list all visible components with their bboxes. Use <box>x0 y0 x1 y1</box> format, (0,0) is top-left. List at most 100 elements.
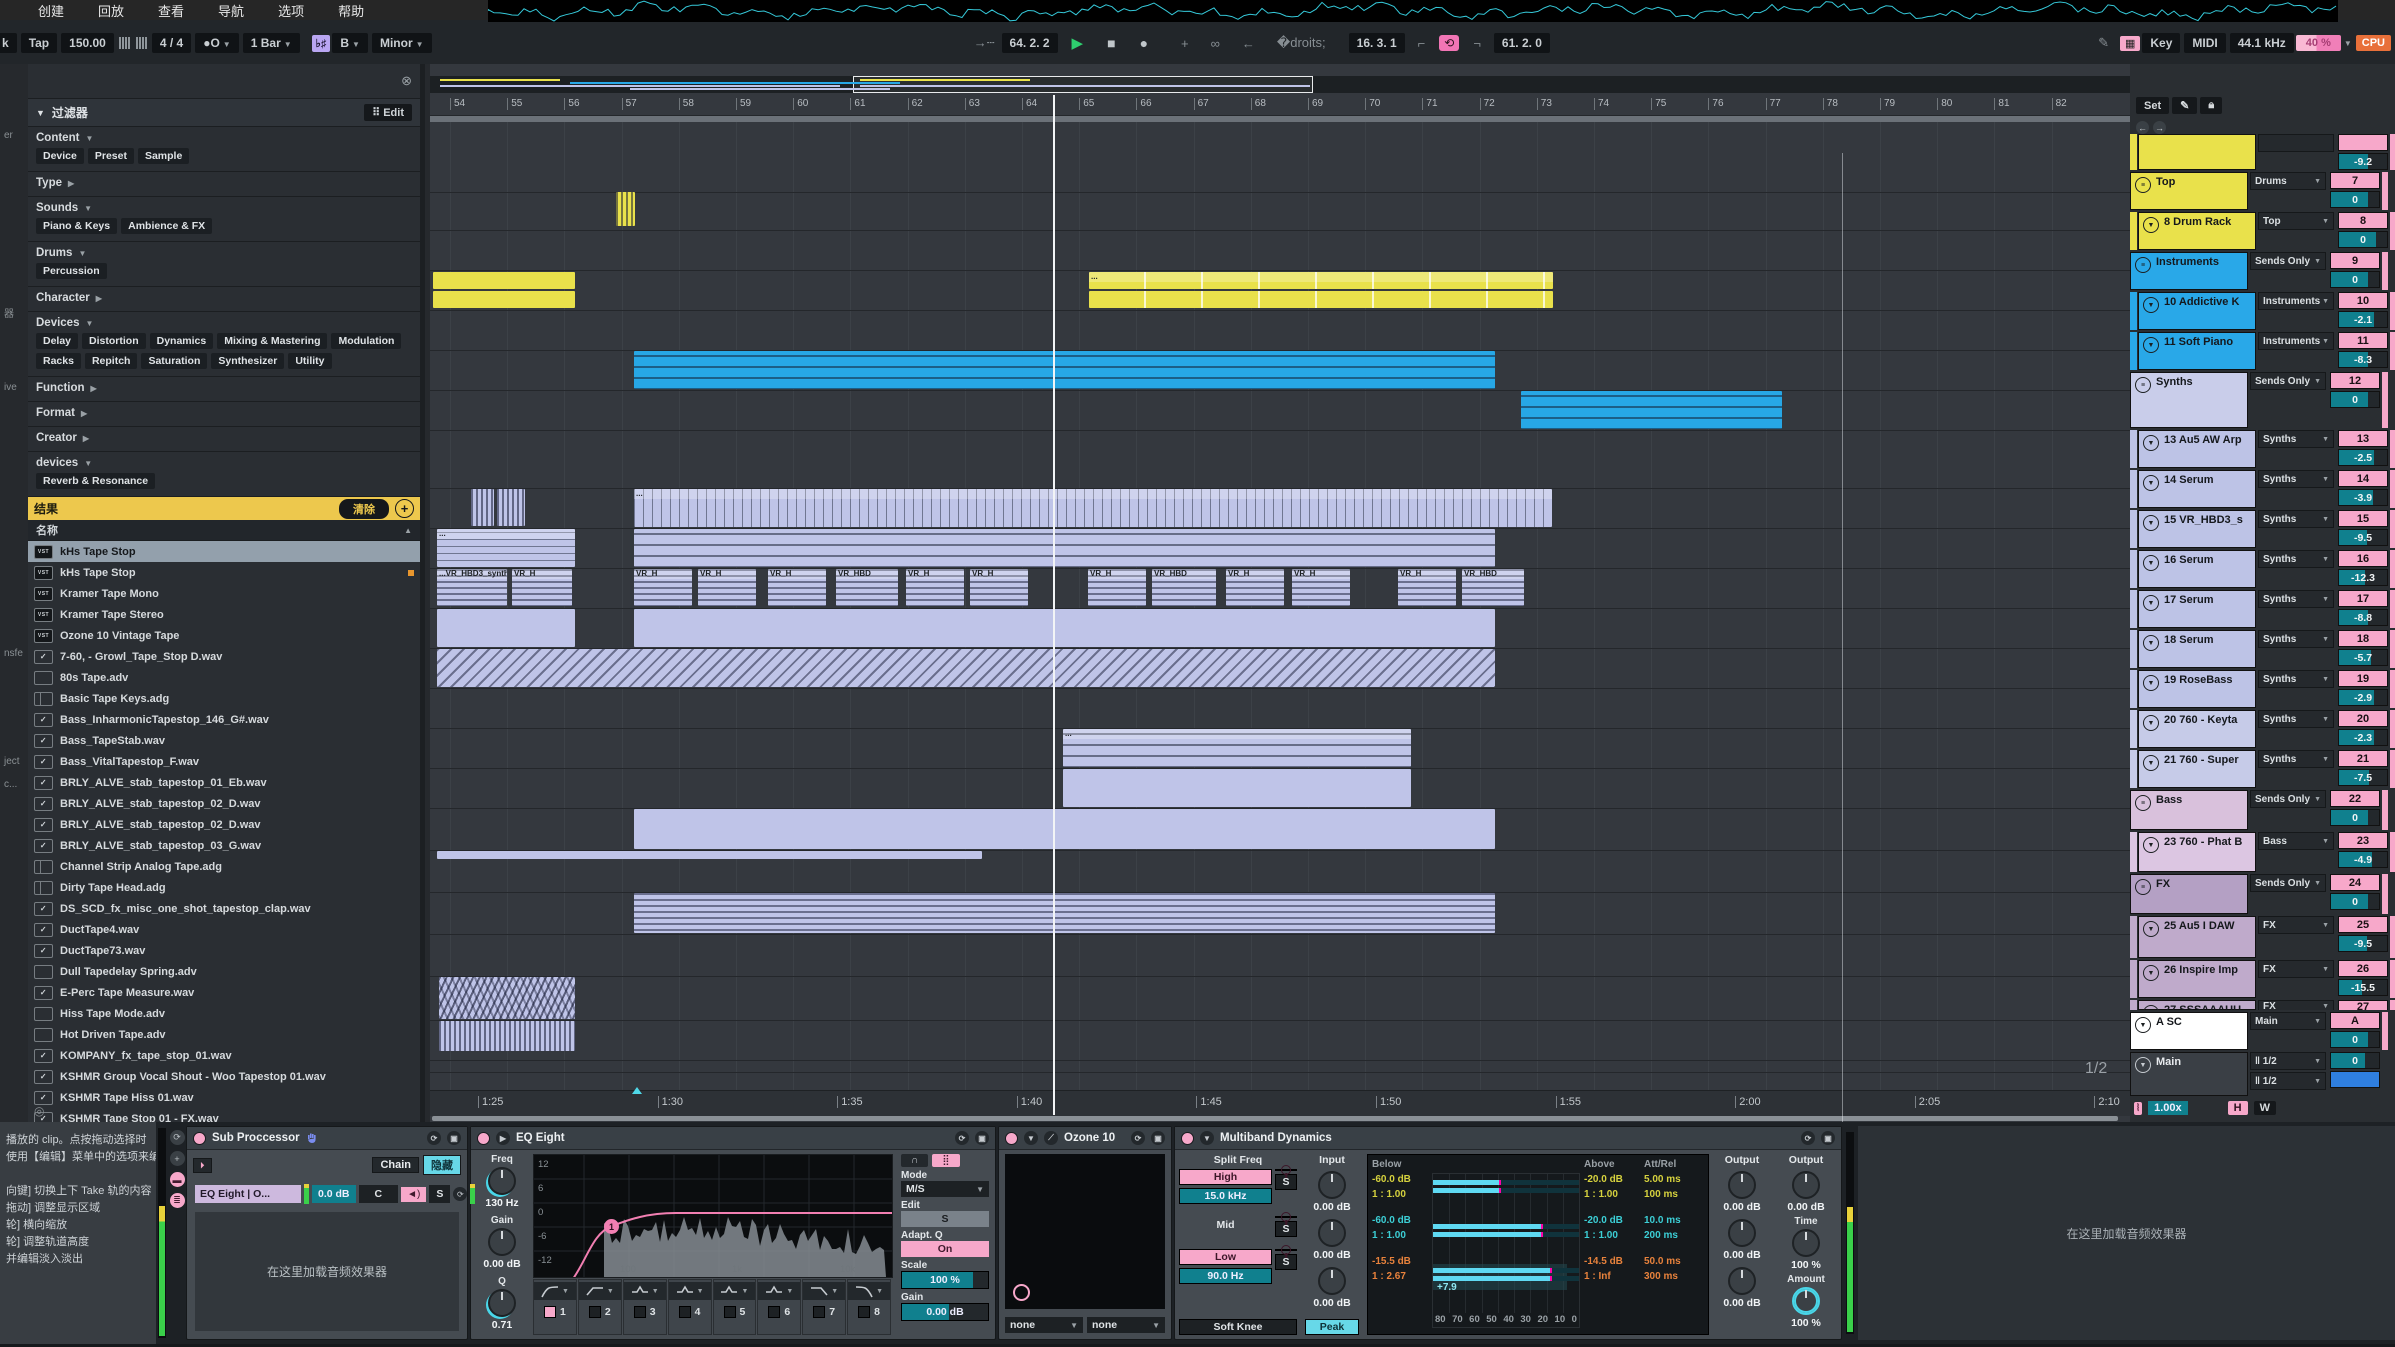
volume-meter[interactable]: 0 <box>2330 391 2380 408</box>
device-drop-area[interactable]: 在这里加载音频效果器 <box>195 1212 459 1331</box>
browser-item[interactable]: ✓7-60, - Growl_Tape_Stop D.wav <box>28 646 420 667</box>
bar-number[interactable]: 71 <box>1422 98 1437 110</box>
filter-section-label[interactable]: Drums▼ <box>36 244 412 262</box>
beat-time-ruler[interactable]: 5455565758596061626364656667686970717273… <box>430 95 2130 116</box>
fold-icon[interactable]: ▶ <box>496 1131 510 1145</box>
filter-chip[interactable]: Repitch <box>85 353 138 369</box>
browser-item[interactable]: ✓KSHMR Group Vocal Shout - Woo Tapestop … <box>28 1066 420 1087</box>
filter-section-label[interactable]: Format▶ <box>36 404 412 422</box>
tap-tempo-button[interactable]: Tap <box>21 33 57 53</box>
clip[interactable] <box>634 529 1495 567</box>
track-number-badge[interactable]: 8 <box>2338 212 2388 229</box>
browser-item[interactable]: ✓DS_SCD_fx_misc_one_shot_tapestop_clap.w… <box>28 898 420 919</box>
bar-number[interactable]: 65 <box>1079 98 1094 110</box>
browser-item[interactable]: VSTOzone 10 Vintage Tape <box>28 625 420 646</box>
clip[interactable]: ... <box>634 489 1552 527</box>
release-value[interactable]: 200 ms <box>1644 1228 1704 1243</box>
group-fold-icon[interactable]: ≡ <box>2135 177 2151 193</box>
device-title-bar[interactable]: ▼ Multiband Dynamics ⟳ ▣ <box>1175 1127 1841 1150</box>
browser-item[interactable]: VSTKramer Tape Mono <box>28 583 420 604</box>
routing-dropdown[interactable]: FX▼ <box>2258 960 2334 978</box>
routing-dropdown[interactable]: ‖ 1/2▼ <box>2250 1052 2326 1070</box>
hot-swap-icon[interactable]: ⟳ <box>955 1131 969 1145</box>
volume-meter[interactable]: -12.3 <box>2338 569 2388 586</box>
bar-number[interactable]: 73 <box>1537 98 1552 110</box>
hide-button[interactable]: 隐藏 <box>423 1155 461 1175</box>
browser-collapsed-strip[interactable]: er器ivensfejectc... <box>0 64 28 1122</box>
band-enable-checkbox[interactable] <box>634 1306 646 1318</box>
arrangement-overview[interactable] <box>430 76 2130 93</box>
filter-section-label[interactable]: Creator▶ <box>36 429 412 447</box>
menu-item[interactable]: 选项 <box>278 1 304 20</box>
volume-meter[interactable]: 0 <box>2330 809 2380 826</box>
band-enable-checkbox[interactable] <box>768 1306 780 1318</box>
group-fold-icon[interactable]: ≡ <box>2135 879 2151 895</box>
chain-gain-field[interactable]: 0.0 dB <box>312 1185 356 1203</box>
routing-dropdown[interactable]: ‖ 1/2▼ <box>2250 1072 2326 1090</box>
track-row[interactable]: ▼13 Au5 AW ArpSynths▼13-2.5 <box>2130 430 2395 468</box>
above-threshold-value[interactable]: -20.0 dB <box>1584 1172 1640 1187</box>
filter-section-label[interactable]: Character▶ <box>36 289 412 307</box>
device-on-icon[interactable] <box>477 1132 490 1145</box>
track-row[interactable]: ≡TopDrums▼70 <box>2130 172 2395 210</box>
clip[interactable] <box>439 977 575 1019</box>
routing-dropdown[interactable]: Top▼ <box>2258 212 2334 230</box>
bar-number[interactable]: 76 <box>1708 98 1723 110</box>
track-row[interactable]: ≡BassSends Only▼220 <box>2130 790 2395 830</box>
cpu-meter[interactable]: 40 % <box>2296 35 2341 51</box>
track-fold-icon[interactable]: ▼ <box>2143 217 2159 233</box>
bar-number[interactable]: 62 <box>908 98 923 110</box>
filter-chip[interactable]: Utility <box>288 353 331 369</box>
clip[interactable] <box>437 609 575 647</box>
time-label[interactable]: 1:40 <box>1017 1096 1042 1108</box>
filter-chip[interactable]: Racks <box>36 353 81 369</box>
routing-dropdown[interactable]: Sends Only▼ <box>2250 790 2326 808</box>
filter-chip[interactable]: Dynamics <box>150 333 214 349</box>
mode-dropdown[interactable]: M/S▼ <box>901 1181 989 1197</box>
speaker-icon[interactable]: ◄) <box>401 1187 426 1202</box>
track-number-badge[interactable] <box>2338 134 2388 151</box>
device-on-icon[interactable] <box>193 1132 206 1145</box>
filter-section-label[interactable]: Type▶ <box>36 174 412 192</box>
scale-name-menu[interactable]: Minor▼ <box>372 33 432 53</box>
output-knob-mid[interactable] <box>1728 1219 1756 1247</box>
clip[interactable] <box>634 351 1495 389</box>
spectrum-icon[interactable]: ⣿ <box>932 1154 959 1167</box>
eq-band-3[interactable]: ▼3 <box>623 1279 667 1335</box>
track-number-badge[interactable]: 15 <box>2338 510 2388 527</box>
browser-item[interactable]: VSTkHs Tape Stop <box>28 541 420 562</box>
save-preset-icon[interactable]: ▣ <box>1821 1131 1835 1145</box>
bar-number[interactable]: 79 <box>1880 98 1895 110</box>
bar-number[interactable]: 74 <box>1594 98 1609 110</box>
track-name[interactable]: Main <box>2156 1056 2181 1068</box>
clip[interactable]: VR_HBD <box>836 569 898 606</box>
track-name[interactable]: 18 Serum <box>2164 634 2214 646</box>
routing-dropdown[interactable]: Synths▼ <box>2258 630 2334 648</box>
clip[interactable]: VR_H <box>1292 569 1350 606</box>
browser-item[interactable]: Hot Driven Tape.adv <box>28 1024 420 1045</box>
peak-rms-button[interactable]: Peak <box>1305 1319 1359 1335</box>
track-fold-icon[interactable]: ▼ <box>2143 475 2159 491</box>
track-name[interactable]: Top <box>2156 176 2175 188</box>
filter-section-label[interactable]: Sounds▼ <box>36 199 412 217</box>
q-knob[interactable] <box>488 1289 516 1317</box>
track-row[interactable]: ≡FXSends Only▼240 <box>2130 874 2395 914</box>
global-output-knob[interactable] <box>1792 1171 1820 1199</box>
time-label[interactable]: 1:35 <box>837 1096 862 1108</box>
track-name[interactable]: Instruments <box>2156 256 2219 268</box>
above-threshold-value[interactable]: -20.0 dB <box>1584 1213 1640 1228</box>
bar-number[interactable]: 81 <box>1994 98 2009 110</box>
filter-section-label[interactable]: Function▶ <box>36 379 412 397</box>
track-name[interactable]: 27 SSSAAAUU <box>2164 1004 2241 1010</box>
volume-meter[interactable]: -2.5 <box>2338 449 2388 466</box>
save-preset-icon[interactable]: ▣ <box>447 1131 461 1145</box>
browser-item[interactable]: ✓DuctTape73.wav <box>28 940 420 961</box>
group-fold-icon[interactable]: ≡ <box>2135 257 2151 273</box>
menu-item[interactable]: 帮助 <box>338 1 364 20</box>
clip[interactable] <box>634 893 1495 933</box>
browser-item[interactable]: Dirty Tape Head.adg <box>28 877 420 898</box>
punch-in-icon[interactable]: ⌐ <box>1412 35 1432 52</box>
filter-section-label[interactable]: Devices▼ <box>36 314 412 332</box>
clip[interactable] <box>437 851 982 859</box>
automation-arm-icon[interactable]: ∞ <box>1205 35 1226 52</box>
